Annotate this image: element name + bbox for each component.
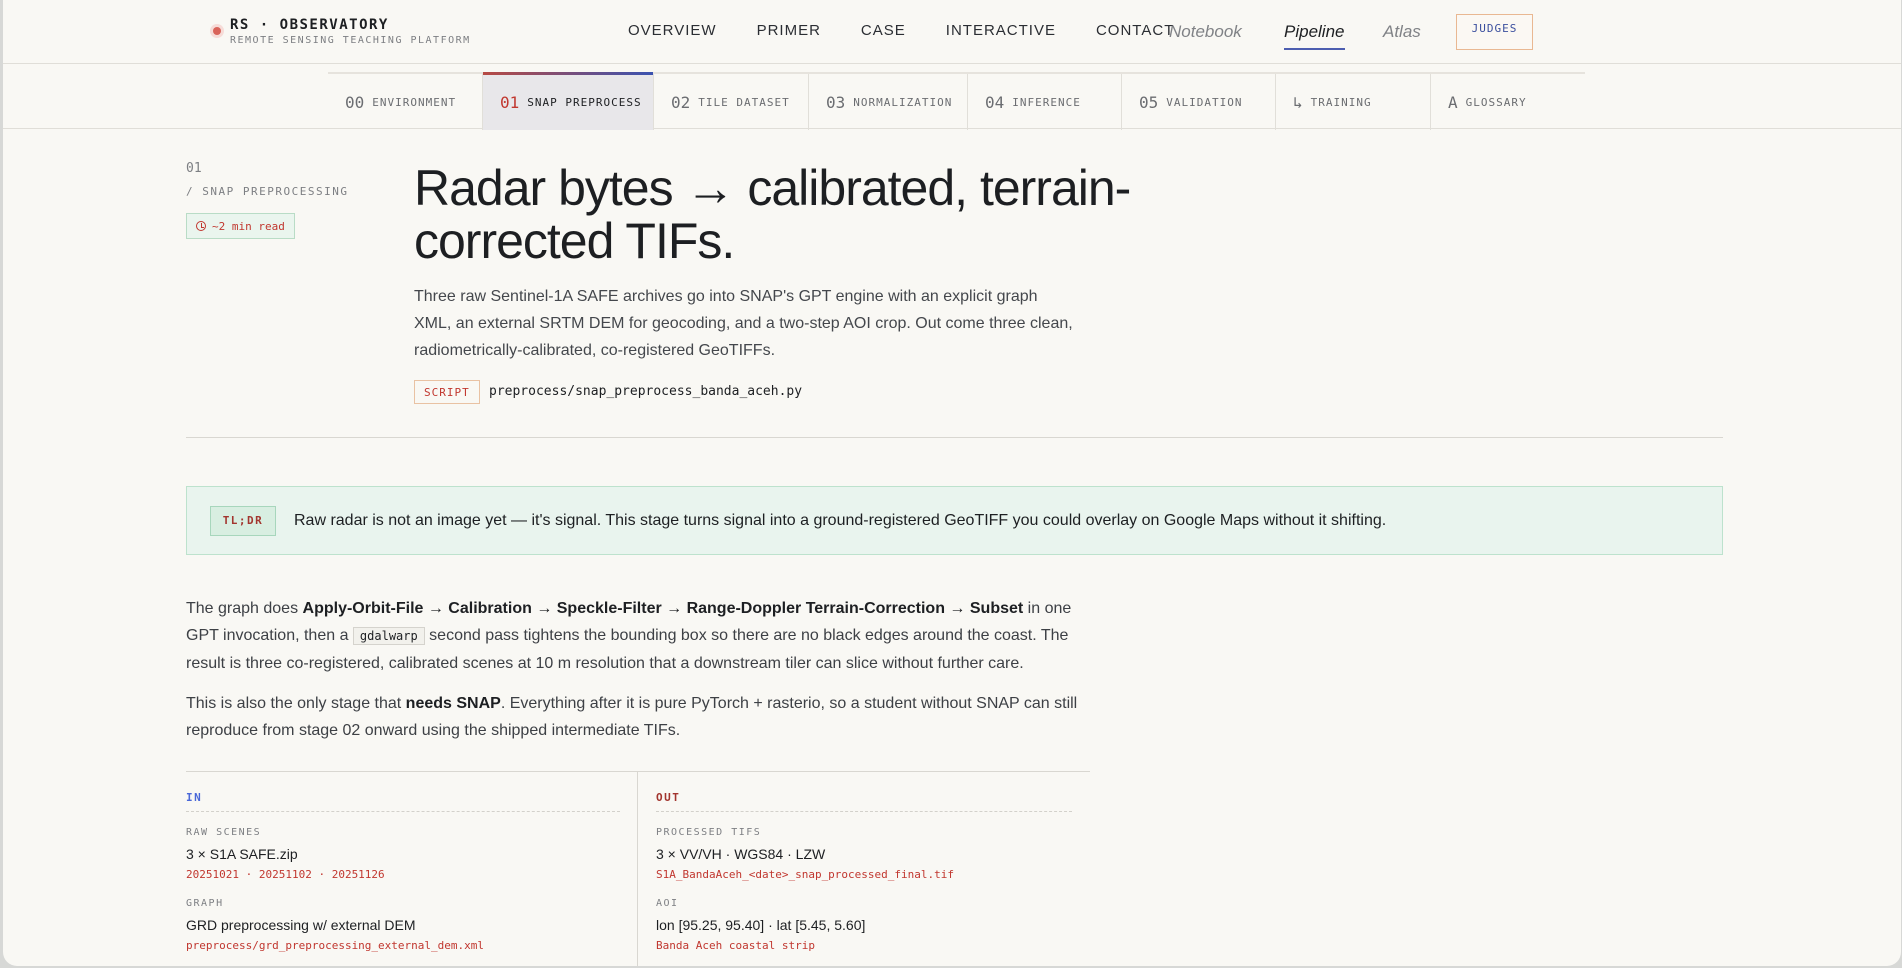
io-out-value-processed-tifs: 3 × VV/VH · WGS84 · LZW	[656, 846, 826, 862]
nav-link-case[interactable]: CASE	[861, 22, 906, 39]
emphasis-text: needs SNAP	[405, 695, 501, 712]
tab-number: 01	[500, 92, 520, 112]
body-paragraph-1: The graph does Apply-Orbit-File → Calibr…	[186, 595, 1096, 677]
tab-glossary[interactable]: A GLOSSARY	[1431, 74, 1585, 130]
nav-link-interactive[interactable]: INTERACTIVE	[946, 22, 1056, 39]
lede-paragraph: Three raw Sentinel-1A SAFE archives go i…	[414, 288, 1073, 359]
tab-number: 00	[345, 92, 365, 112]
io-out-column: OUT PROCESSED TIFS 3 × VV/VH · WGS84 · L…	[638, 772, 1090, 966]
tab-label: SNAP PREPROCESS	[527, 95, 642, 109]
body-text: This is also the only stage that	[186, 695, 406, 712]
io-out-value-aoi: lon [95.25, 95.40] · lat [5.45, 5.60]	[656, 917, 866, 933]
io-in-sub-raw-scenes: 20251021 · 20251102 · 20251126	[186, 868, 385, 881]
tab-environment[interactable]: 00 ENVIRONMENT	[328, 74, 483, 130]
return-arrow-icon: ↳	[1293, 92, 1303, 112]
stage-tabs: 00 ENVIRONMENT 01 SNAP PREPROCESS 02 TIL…	[328, 72, 1585, 130]
tab-validation[interactable]: 05 VALIDATION	[1122, 74, 1276, 130]
section-number: 01	[186, 161, 202, 176]
tab-number: 05	[1139, 92, 1159, 112]
io-out-sub-processed-tifs: S1A_BandaAceh_<date>_snap_processed_fina…	[656, 868, 955, 881]
io-in-rule	[186, 811, 620, 812]
mode-link-pipeline[interactable]: Pipeline	[1284, 22, 1345, 50]
script-path-link[interactable]: preprocess/snap_preprocess_banda_aceh.py	[489, 384, 802, 399]
section-divider	[186, 437, 1723, 438]
io-in-label-raw-scenes: RAW SCENES	[186, 827, 262, 838]
graph-chain-text: Apply-Orbit-File → Calibration → Speckle…	[302, 600, 1024, 617]
section-label: / SNAP PREPROCESSING	[186, 185, 349, 198]
primary-nav: OVERVIEW PRIMER CASE INTERACTIVE CONTACT	[628, 22, 1214, 39]
tab-number: 04	[985, 92, 1005, 112]
nav-link-primer[interactable]: PRIMER	[757, 22, 821, 39]
tab-label: TILE DATASET	[698, 95, 790, 109]
io-in-label-graph: GRAPH	[186, 898, 224, 909]
tab-label: TRAINING	[1310, 95, 1372, 109]
inline-code-gdalwarp: gdalwarp	[352, 627, 425, 645]
mode-link-atlas[interactable]: Atlas	[1383, 22, 1421, 42]
tab-normalization[interactable]: 03 NORMALIZATION	[809, 74, 968, 130]
io-out-heading: OUT	[656, 791, 681, 804]
body-paragraph-2: This is also the only stage that needs S…	[186, 690, 1096, 744]
brand-subtitle: REMOTE SENSING TEACHING PLATFORM	[230, 35, 471, 46]
nav-link-contact[interactable]: CONTACT	[1096, 22, 1174, 39]
tab-label: INFERENCE	[1012, 95, 1081, 109]
io-in-value-graph: GRD preprocessing w/ external DEM	[186, 917, 416, 933]
tab-tile-dataset[interactable]: 02 TILE DATASET	[654, 74, 809, 130]
io-grid: IN RAW SCENES 3 × S1A SAFE.zip 20251021 …	[186, 771, 1090, 966]
tab-label: GLOSSARY	[1465, 95, 1527, 109]
judges-button[interactable]: JUDGES	[1456, 14, 1533, 50]
io-out-label-processed-tifs: PROCESSED TIFS	[656, 827, 762, 838]
tab-training[interactable]: ↳ TRAINING	[1276, 74, 1431, 130]
tldr-callout: TL;DR Raw radar is not an image yet — it…	[186, 486, 1723, 555]
tab-inference[interactable]: 04 INFERENCE	[968, 74, 1122, 130]
io-in-heading: IN	[186, 791, 203, 804]
read-time-text: ~2 min read	[212, 219, 285, 233]
top-nav: RS · OBSERVATORY REMOTE SENSING TEACHING…	[3, 0, 1901, 64]
tab-label: NORMALIZATION	[853, 95, 953, 109]
body-text: The graph does	[186, 600, 303, 617]
page: RS · OBSERVATORY REMOTE SENSING TEACHING…	[3, 0, 1901, 966]
io-out-rule	[656, 811, 1072, 812]
io-in-sub-graph: preprocess/grd_preprocessing_external_de…	[186, 939, 485, 952]
tab-label: ENVIRONMENT	[372, 95, 457, 109]
brand[interactable]: RS · OBSERVATORY REMOTE SENSING TEACHING…	[213, 17, 471, 46]
io-in-value-raw-scenes: 3 × S1A SAFE.zip	[186, 846, 298, 862]
tab-label: VALIDATION	[1166, 95, 1243, 109]
page-title: Radar bytes → calibrated, terrain-correc…	[414, 160, 1131, 269]
clock-icon	[196, 221, 206, 231]
io-out-label-aoi: AOI	[656, 898, 679, 909]
nav-link-overview[interactable]: OVERVIEW	[628, 22, 717, 39]
read-time-badge: ~2 min read	[186, 213, 295, 239]
tab-snap-preprocess[interactable]: 01 SNAP PREPROCESS	[483, 72, 654, 130]
io-in-column: IN RAW SCENES 3 × S1A SAFE.zip 20251021 …	[186, 772, 638, 966]
brand-dot-icon	[213, 27, 221, 35]
brand-title: RS · OBSERVATORY	[230, 17, 389, 33]
io-out-sub-aoi: Banda Aceh coastal strip	[656, 939, 815, 952]
tldr-badge: TL;DR	[210, 505, 276, 536]
tab-number: A	[1448, 92, 1458, 112]
mode-link-notebook[interactable]: Notebook	[1169, 22, 1242, 42]
tab-number: 03	[826, 92, 846, 112]
tldr-text: Raw radar is not an image yet — it's sig…	[294, 511, 1387, 529]
script-tag: SCRIPT	[414, 380, 480, 404]
tab-number: 02	[671, 92, 691, 112]
